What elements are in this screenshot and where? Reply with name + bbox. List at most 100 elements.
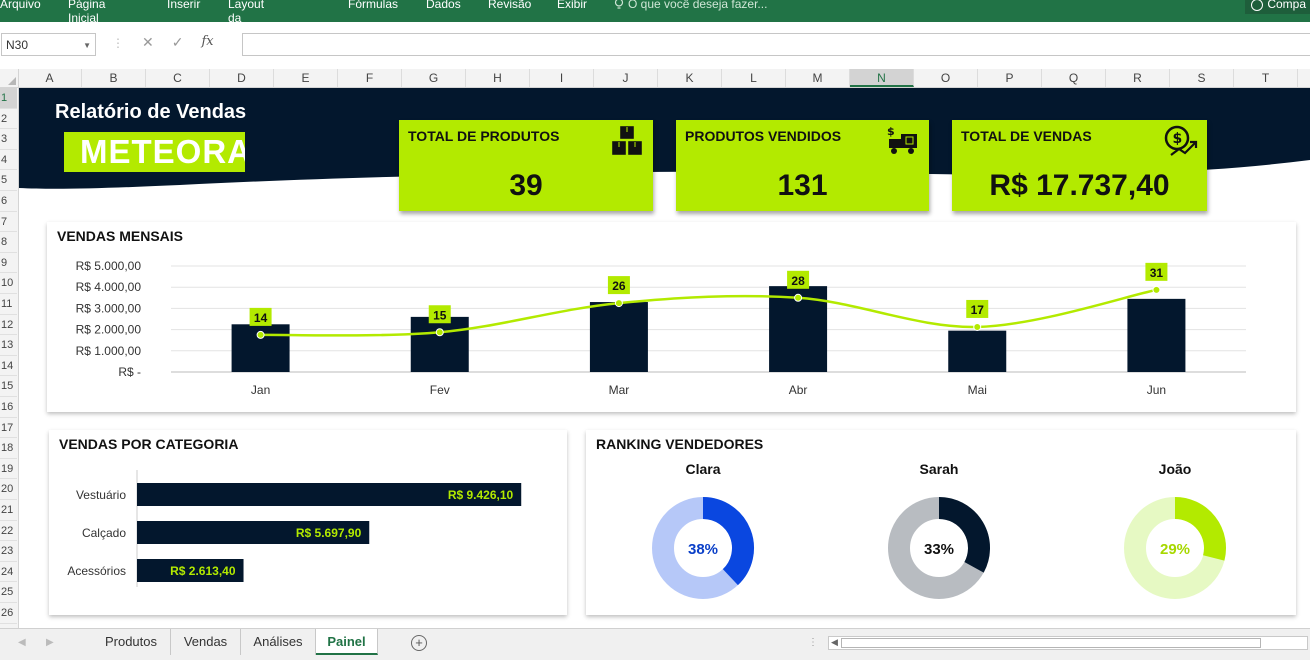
row-header-19[interactable]: 19 — [0, 459, 17, 480]
donut-percent-label: 33% — [924, 541, 954, 558]
row-header-18[interactable]: 18 — [0, 438, 17, 459]
kpi-value: R$ 17.737,40 — [989, 169, 1170, 202]
column-header-e[interactable]: E — [274, 69, 338, 87]
column-header-h[interactable]: H — [466, 69, 530, 87]
ribbon-tab-p-gina-inicial[interactable]: Página Inicial — [68, 0, 105, 25]
scrollbar-thumb[interactable] — [841, 638, 1261, 648]
row-header-5[interactable]: 5 — [0, 170, 17, 191]
scroll-left-icon[interactable]: ◀ — [831, 637, 838, 648]
column-header-j[interactable]: J — [594, 69, 658, 87]
cancel-icon[interactable]: ✕ — [142, 34, 154, 51]
column-header-p[interactable]: P — [978, 69, 1042, 87]
row-header-26[interactable]: 26 — [0, 603, 17, 624]
column-header-i[interactable]: I — [530, 69, 594, 87]
ribbon-tab-exibir[interactable]: Exibir — [557, 0, 587, 11]
column-header-o[interactable]: O — [914, 69, 978, 87]
column-header-f[interactable]: F — [338, 69, 402, 87]
svg-text:$: $ — [887, 125, 895, 138]
line-point-mai[interactable] — [973, 322, 982, 331]
kpi-total-produtos: TOTAL DE PRODUTOS 39 — [399, 120, 653, 211]
sales-count-line[interactable] — [260, 288, 1157, 337]
row-header-24[interactable]: 24 — [0, 562, 17, 583]
row-header-8[interactable]: 8 — [0, 232, 17, 253]
y-tick-label: R$ 5.000,00 — [76, 259, 142, 273]
row-header-7[interactable]: 7 — [0, 212, 17, 233]
column-header-s[interactable]: S — [1170, 69, 1234, 87]
line-point-fev[interactable] — [435, 328, 444, 337]
row-header-15[interactable]: 15 — [0, 376, 17, 397]
ribbon-tab-arquivo[interactable]: Arquivo — [0, 0, 41, 11]
column-header-k[interactable]: K — [658, 69, 722, 87]
prev-sheet-icon[interactable]: ◀ — [18, 637, 26, 648]
row-header-16[interactable]: 16 — [0, 397, 17, 418]
sheet-tab-an-lises[interactable]: Análises — [241, 629, 316, 655]
line-point-jun[interactable] — [1152, 285, 1161, 294]
row-header-20[interactable]: 20 — [0, 479, 17, 500]
row-header-13[interactable]: 13 — [0, 335, 17, 356]
row-header-25[interactable]: 25 — [0, 582, 17, 603]
line-point-jan[interactable] — [256, 330, 265, 339]
add-sheet-icon[interactable]: + — [411, 635, 427, 651]
row-header-2[interactable]: 2 — [0, 109, 17, 130]
donut-percent-label: 29% — [1160, 541, 1190, 558]
line-point-mar[interactable] — [614, 299, 623, 308]
row-header-17[interactable]: 17 — [0, 418, 17, 439]
column-header-t[interactable]: T — [1234, 69, 1298, 87]
column-header-d[interactable]: D — [210, 69, 274, 87]
x-tick-label: Jun — [1147, 383, 1166, 397]
ribbon-tab-revis-o[interactable]: Revisão — [488, 0, 531, 11]
resize-handle-icon[interactable]: ⋮ — [808, 637, 818, 648]
name-box[interactable]: N30 ▼ — [1, 33, 96, 56]
column-header-l[interactable]: L — [722, 69, 786, 87]
row-header-12[interactable]: 12 — [0, 315, 17, 336]
tell-me-search[interactable]: O que você deseja fazer... — [614, 0, 767, 11]
check-icon[interactable]: ✓ — [172, 34, 184, 51]
ribbon-tab-f-rmulas[interactable]: Fórmulas — [348, 0, 398, 11]
next-sheet-icon[interactable]: ▶ — [46, 637, 54, 648]
donut-share-sarah[interactable] — [938, 497, 990, 573]
row-header-3[interactable]: 3 — [0, 129, 17, 150]
row-header-4[interactable]: 4 — [0, 150, 17, 171]
row-header-23[interactable]: 23 — [0, 541, 17, 562]
category-sales-card[interactable]: VENDAS POR CATEGORIA Vestuário R$ 9.426,1… — [49, 430, 567, 615]
formula-input[interactable] — [242, 33, 1310, 56]
bar-mar[interactable] — [589, 302, 648, 372]
sheet-tab-produtos[interactable]: Produtos — [92, 629, 171, 655]
row-header-11[interactable]: 11 — [0, 294, 17, 315]
data-label: 17 — [971, 303, 985, 317]
chevron-down-icon[interactable]: ▼ — [83, 34, 91, 57]
column-header-r[interactable]: R — [1106, 69, 1170, 87]
row-header-9[interactable]: 9 — [0, 253, 17, 274]
ribbon-tab-dados[interactable]: Dados — [426, 0, 461, 11]
resize-handle-icon[interactable]: ⋮ — [112, 36, 124, 50]
column-header-a[interactable]: A — [18, 69, 82, 87]
row-header-22[interactable]: 22 — [0, 521, 17, 542]
ranking-card[interactable]: RANKING VENDEDORES Clara 38% Sarah 33% João 2… — [586, 430, 1296, 615]
share-button[interactable]: Compa — [1245, 0, 1310, 14]
dashboard: Relatório de Vendas METEORA TOTAL DE PRO… — [19, 88, 1310, 628]
row-header-6[interactable]: 6 — [0, 191, 17, 212]
bar-mai[interactable] — [948, 330, 1007, 372]
column-header-q[interactable]: Q — [1042, 69, 1106, 87]
select-all-button[interactable] — [0, 69, 19, 87]
ribbon-tab-inserir[interactable]: Inserir — [167, 0, 200, 11]
column-header-c[interactable]: C — [146, 69, 210, 87]
row-header-10[interactable]: 10 — [0, 273, 17, 294]
column-header-n[interactable]: N — [850, 69, 914, 87]
column-header-g[interactable]: G — [402, 69, 466, 87]
column-header-m[interactable]: M — [786, 69, 850, 87]
row-header-14[interactable]: 14 — [0, 356, 17, 377]
sheet-tab-vendas[interactable]: Vendas — [171, 629, 241, 655]
data-label: 15 — [433, 308, 447, 322]
y-tick-label: R$ 1.000,00 — [76, 344, 142, 358]
insert-function-icon[interactable]: fx — [201, 34, 213, 51]
line-point-abr[interactable] — [794, 293, 803, 302]
sheet-tab-painel[interactable]: Painel — [316, 629, 378, 655]
bar-jun[interactable] — [1127, 298, 1186, 372]
row-header-1[interactable]: 1 — [0, 88, 17, 109]
row-header-21[interactable]: 21 — [0, 500, 17, 521]
column-header-b[interactable]: B — [82, 69, 146, 87]
bar-fev[interactable] — [410, 316, 469, 372]
monthly-sales-card[interactable]: VENDAS MENSAIS R$ 5.000,00 R$ 4.000,00 R$ … — [47, 222, 1296, 412]
horizontal-scrollbar[interactable]: ◀ — [828, 636, 1308, 650]
